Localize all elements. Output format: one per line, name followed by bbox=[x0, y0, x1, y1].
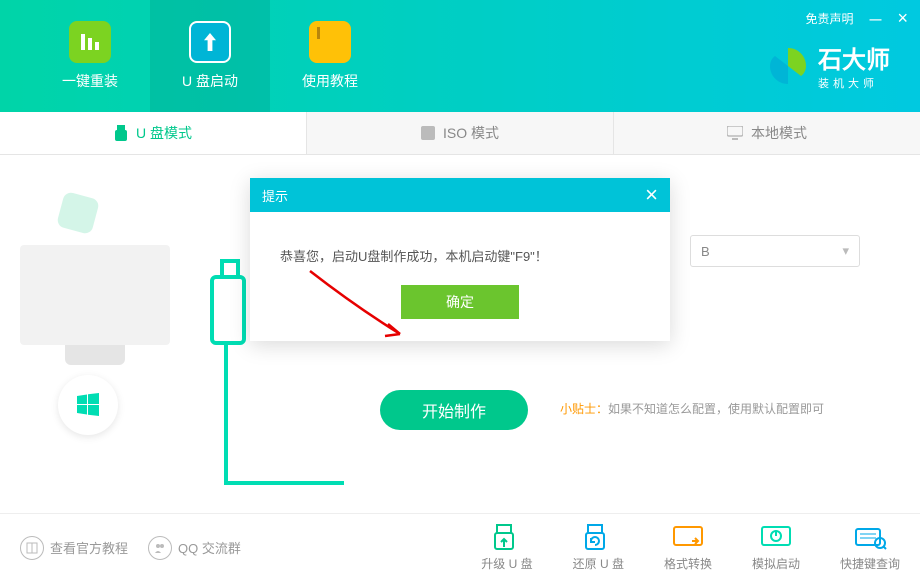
modal-title: 提示 bbox=[262, 186, 288, 205]
modal-header: 提示 × bbox=[250, 178, 670, 212]
modal-message: 恭喜您，启动U盘制作成功，本机启动键"F9"！ bbox=[250, 212, 670, 285]
modal-overlay: 提示 × 恭喜您，启动U盘制作成功，本机启动键"F9"！ 确定 bbox=[0, 0, 920, 580]
success-modal: 提示 × 恭喜您，启动U盘制作成功，本机启动键"F9"！ 确定 bbox=[250, 178, 670, 341]
modal-close-button[interactable]: × bbox=[645, 182, 658, 208]
modal-ok-button[interactable]: 确定 bbox=[401, 285, 519, 319]
